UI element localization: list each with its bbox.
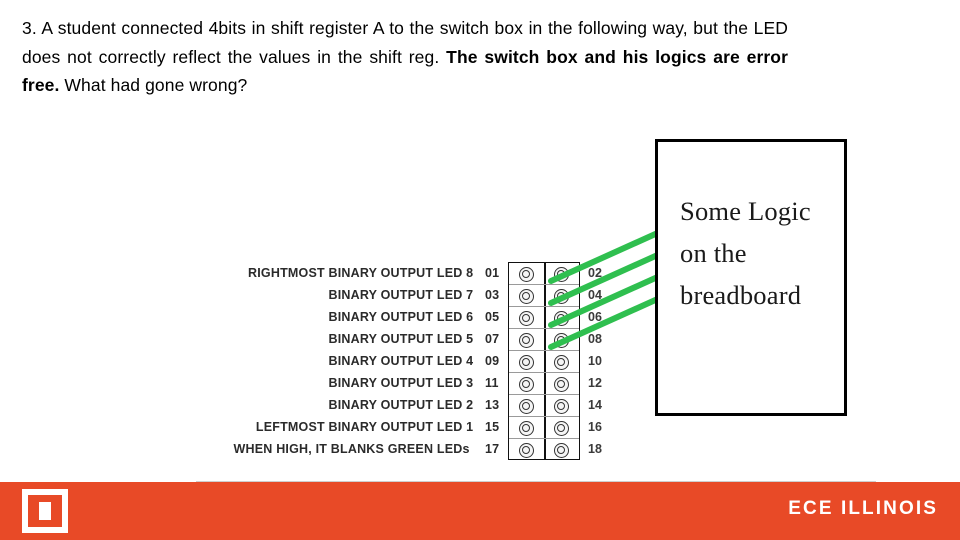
led-name: LED 1: [436, 420, 474, 434]
logic-box-line-3: breadboard: [680, 280, 802, 310]
pin-number-right: 04: [588, 288, 602, 302]
question-text: 3. A student connected 4bits in shift re…: [22, 14, 788, 100]
terminal-row: [509, 351, 579, 373]
screw-terminal-icon: [519, 267, 534, 282]
terminal-row: [509, 439, 579, 461]
label-row: BINARY OUTPUT LED 6 05: [196, 306, 511, 328]
screw-terminal-icon: [554, 443, 569, 458]
footer-bar: ECE ILLINOIS: [0, 482, 960, 540]
label-row: BINARY OUTPUT LED 7 03: [196, 284, 511, 306]
screw-terminal-icon: [519, 399, 534, 414]
terminal-row: [509, 417, 579, 439]
label-row: RIGHTMOST BINARY OUTPUT LED 8 01: [196, 262, 511, 284]
led-name: LED 5: [436, 332, 474, 346]
logo-bar-top: [28, 495, 62, 502]
brand-label: ECE ILLINOIS: [788, 498, 938, 519]
signal-name: BINARY OUTPUT: [328, 376, 434, 390]
question-part-2: What had gone wrong?: [59, 75, 248, 95]
screw-terminal-icon: [519, 333, 534, 348]
pin-number-left: 15: [485, 420, 500, 434]
pin-number-right: 16: [588, 420, 602, 434]
terminal-row: [509, 263, 579, 285]
label-row: BINARY OUTPUT LED 2 13: [196, 394, 511, 416]
pin-number-right: 14: [588, 398, 602, 412]
screw-terminal-icon: [554, 311, 569, 326]
screw-terminal-icon: [519, 377, 534, 392]
label-row: LEFTMOST BINARY OUTPUT LED 1 15: [196, 416, 511, 438]
screw-terminal-icon: [554, 289, 569, 304]
block-i-logo-icon: [22, 489, 68, 533]
screw-terminal-icon: [554, 421, 569, 436]
screw-terminal-icon: [554, 355, 569, 370]
label-row: BINARY OUTPUT LED 4 09: [196, 350, 511, 372]
screw-terminal-icon: [519, 443, 534, 458]
signal-name: BINARY OUTPUT: [328, 288, 434, 302]
pin-number-left: 17: [485, 442, 500, 456]
label-row: WHEN HIGH, IT BLANKS GREEN LEDs 17: [196, 438, 511, 460]
screw-terminal-icon: [519, 355, 534, 370]
screw-terminal-icon: [519, 311, 534, 326]
signal-label-column: RIGHTMOST BINARY OUTPUT LED 8 01 BINARY …: [196, 262, 511, 460]
led-name: LED 2: [436, 398, 474, 412]
pin-number-right: 08: [588, 332, 602, 346]
screw-terminal-icon: [554, 267, 569, 282]
pin-number-right: 02: [588, 266, 602, 280]
terminal-row: [509, 373, 579, 395]
signal-name: RIGHTMOST BINARY OUTPUT: [248, 266, 434, 280]
terminal-row: [509, 329, 579, 351]
signal-name: WHEN HIGH, IT BLANKS GREEN LEDs: [233, 442, 470, 456]
led-name: LED 7: [436, 288, 474, 302]
screw-terminal-icon: [519, 421, 534, 436]
pin-number-left: 05: [485, 310, 500, 324]
signal-name: BINARY OUTPUT: [328, 354, 434, 368]
label-row: BINARY OUTPUT LED 3 11: [196, 372, 511, 394]
logic-box-text: Some Logic on the breadboard: [680, 190, 811, 316]
pin-number-left: 03: [485, 288, 500, 302]
logo-bar-right: [51, 502, 62, 520]
label-row: BINARY OUTPUT LED 5 07: [196, 328, 511, 350]
terminal-row: [509, 285, 579, 307]
logic-box-line-1: Some Logic: [680, 196, 811, 226]
signal-name: BINARY OUTPUT: [328, 310, 434, 324]
slide: 3. A student connected 4bits in shift re…: [0, 0, 960, 540]
terminal-row: [509, 307, 579, 329]
led-name: LED 4: [436, 354, 474, 368]
logic-box-line-2: on the: [680, 238, 747, 268]
screw-terminal-icon: [554, 399, 569, 414]
pin-number-left: 07: [485, 332, 500, 346]
pin-number-right: 12: [588, 376, 602, 390]
pin-number-left: 01: [485, 266, 500, 280]
led-name: LED 6: [436, 310, 474, 324]
signal-name: BINARY OUTPUT: [328, 398, 434, 412]
screw-terminal-icon: [519, 289, 534, 304]
screw-terminal-icon: [554, 333, 569, 348]
screw-terminal-icon: [554, 377, 569, 392]
pin-number-column-right: 02 04 06 08 10 12 14 16 18: [586, 262, 620, 460]
pin-number-left: 11: [485, 376, 499, 390]
pin-number-right: 18: [588, 442, 602, 456]
led-name: LED 3: [436, 376, 474, 390]
pin-number-left: 13: [485, 398, 500, 412]
switch-box-diagram: RIGHTMOST BINARY OUTPUT LED 8 01 BINARY …: [196, 262, 616, 477]
pin-number-right: 10: [588, 354, 602, 368]
pin-number-left: 09: [485, 354, 500, 368]
logo-bar-left: [28, 502, 39, 520]
logic-box: Some Logic on the breadboard: [655, 139, 847, 416]
pin-number-right: 06: [588, 310, 602, 324]
led-name: LED 8: [436, 266, 474, 280]
signal-name: LEFTMOST BINARY OUTPUT: [255, 420, 434, 434]
signal-name: BINARY OUTPUT: [328, 332, 434, 346]
logo-bar-bottom: [28, 520, 62, 527]
terminal-block: [508, 262, 580, 460]
terminal-row: [509, 395, 579, 417]
